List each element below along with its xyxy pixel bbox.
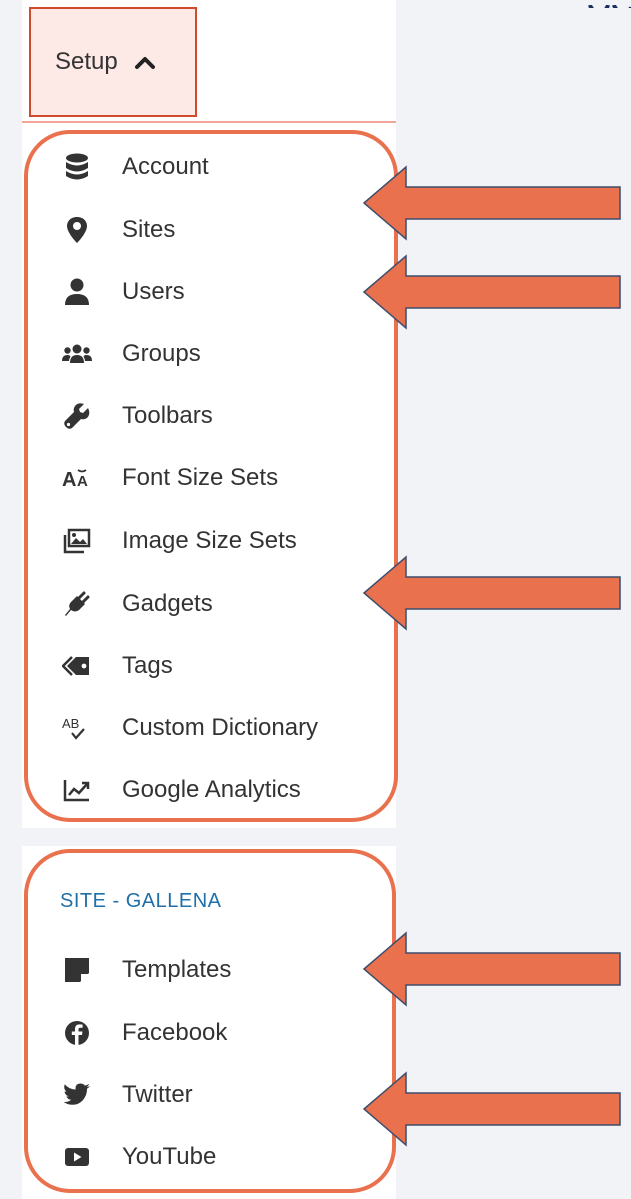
- menu-item-toolbars[interactable]: Toolbars: [62, 396, 213, 436]
- page: Setup Account Sites Users Groups Toolbar…: [0, 0, 631, 1199]
- menu-item-label: YouTube: [122, 1143, 217, 1170]
- wrench-icon: [62, 401, 92, 431]
- svg-text:AB: AB: [62, 716, 79, 731]
- font-size-icon: AA: [62, 463, 92, 493]
- twitter-icon: [62, 1080, 92, 1110]
- youtube-icon: [62, 1142, 92, 1172]
- clipped-heading-fragment: [586, 0, 631, 8]
- map-marker-icon: [62, 215, 92, 245]
- chart-line-icon: [62, 775, 92, 805]
- menu-item-label: Users: [122, 278, 185, 305]
- menu-item-custom-dictionary[interactable]: AB Custom Dictionary: [62, 708, 318, 748]
- menu-item-users[interactable]: Users: [62, 272, 185, 312]
- menu-item-label: Facebook: [122, 1019, 228, 1046]
- menu-item-label: Groups: [122, 340, 201, 367]
- site-section-label: SITE - GALLENA: [60, 890, 222, 912]
- tags-icon: [62, 651, 92, 681]
- menu-item-account[interactable]: Account: [62, 147, 209, 187]
- svg-text:A: A: [77, 473, 88, 489]
- setup-label: Setup: [55, 48, 118, 75]
- menu-item-facebook[interactable]: Facebook: [62, 1013, 227, 1053]
- menu-item-label: Twitter: [122, 1081, 193, 1108]
- plug-icon: [62, 589, 92, 619]
- menu-item-label: Gadgets: [122, 590, 213, 617]
- menu-item-tags[interactable]: Tags: [62, 646, 173, 686]
- users-group-icon: [62, 339, 92, 369]
- menu-item-image-size-sets[interactable]: Image Size Sets: [62, 521, 297, 561]
- menu-item-gadgets[interactable]: Gadgets: [62, 584, 213, 624]
- spellcheck-icon: AB: [62, 713, 92, 743]
- menu-item-label: Templates: [122, 956, 232, 983]
- menu-item-templates[interactable]: Templates: [62, 950, 231, 990]
- menu-item-google-analytics[interactable]: Google Analytics: [62, 770, 301, 810]
- menu-item-label: Sites: [122, 216, 176, 243]
- user-icon: [62, 277, 92, 307]
- chevron-up-icon: [134, 51, 156, 73]
- menu-item-label: Font Size Sets: [122, 464, 279, 491]
- svg-text:A: A: [62, 469, 76, 489]
- menu-item-sites[interactable]: Sites: [62, 210, 175, 250]
- menu-item-label: Image Size Sets: [122, 527, 297, 554]
- facebook-icon: [62, 1018, 92, 1048]
- menu-item-youtube[interactable]: YouTube: [62, 1137, 216, 1177]
- annotation-arrow-gadgets: [362, 555, 621, 631]
- menu-item-groups[interactable]: Groups: [62, 334, 201, 374]
- setup-underline: [22, 121, 396, 123]
- menu-item-twitter[interactable]: Twitter: [62, 1075, 193, 1115]
- menu-item-label: Google Analytics: [122, 776, 301, 803]
- annotation-arrow-twitter: [362, 1071, 621, 1147]
- sidebar-divider: [22, 828, 396, 846]
- menu-item-font-size-sets[interactable]: AA Font Size Sets: [62, 458, 278, 498]
- annotation-arrow-users: [362, 254, 621, 330]
- menu-item-label: Tags: [122, 652, 173, 679]
- menu-item-label: Account: [122, 153, 209, 180]
- annotation-arrow-templates: [362, 931, 621, 1007]
- image-icon: [62, 526, 92, 556]
- setup-menu-toggle[interactable]: Setup: [29, 7, 197, 117]
- annotation-arrow-account: [362, 165, 621, 241]
- database-icon: [62, 152, 92, 182]
- sticky-note-icon: [62, 955, 92, 985]
- menu-item-label: Toolbars: [122, 402, 213, 429]
- menu-item-label: Custom Dictionary: [122, 714, 319, 741]
